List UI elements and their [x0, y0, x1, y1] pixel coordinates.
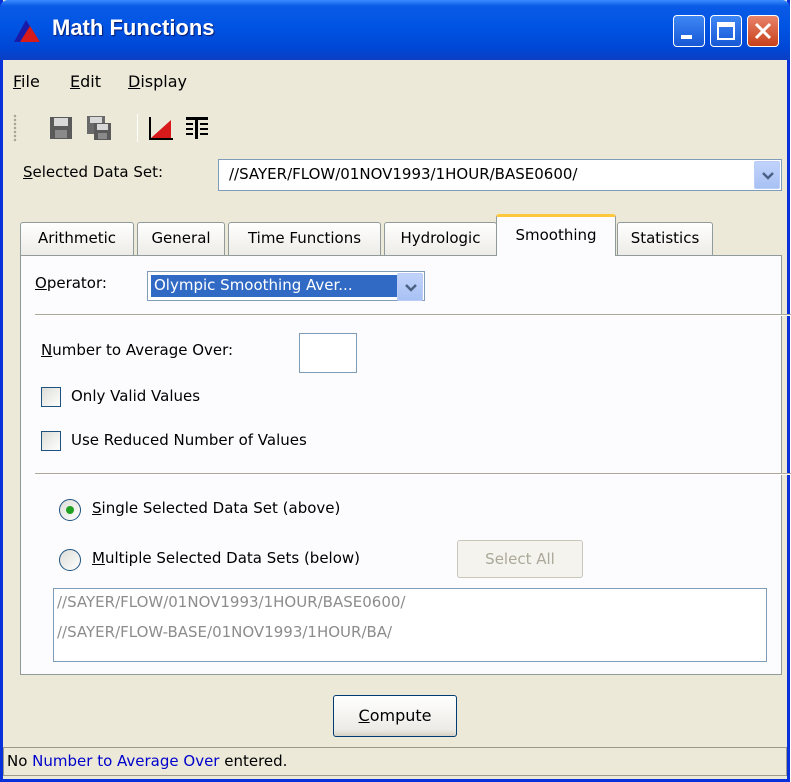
- selected-data-set-value: //SAYER/FLOW/01NOV1993/1HOUR/BASE0600/: [229, 165, 578, 183]
- multiple-data-sets-label: Multiple Selected Data Sets (below): [92, 549, 361, 567]
- toolbar: [3, 104, 787, 152]
- plot-icon[interactable]: [147, 114, 175, 142]
- toolbar-separator: [137, 114, 138, 142]
- single-data-set-label: Single Selected Data Set (above): [92, 499, 341, 517]
- window-title: Math Functions: [52, 15, 215, 40]
- number-to-average-label: Number to Average Over:: [41, 341, 234, 359]
- title-bar[interactable]: Math Functions: [0, 0, 790, 60]
- number-to-average-input[interactable]: [299, 333, 357, 373]
- multiple-data-sets-radio[interactable]: [59, 549, 81, 571]
- radio-selected-dot: [66, 506, 74, 514]
- select-all-button[interactable]: Select All: [457, 540, 583, 578]
- operator-dropdown-button[interactable]: [397, 273, 423, 301]
- combo-dropdown-button[interactable]: [754, 161, 780, 189]
- minimize-button[interactable]: [673, 15, 705, 47]
- status-bar: No Number to Average Over entered.: [3, 747, 787, 776]
- menu-display[interactable]: Display: [128, 72, 187, 91]
- tab-time-functions[interactable]: Time Functions: [228, 222, 381, 256]
- selected-data-set-combo[interactable]: //SAYER/FLOW/01NOV1993/1HOUR/BASE0600/: [218, 159, 782, 191]
- math-functions-window: Math Functions File Edit Display Selecte…: [0, 0, 791, 782]
- data-sets-list[interactable]: //SAYER/FLOW/01NOV1993/1HOUR/BASE0600/ /…: [53, 588, 767, 662]
- only-valid-values-label: Only Valid Values: [71, 387, 201, 405]
- tab-general[interactable]: General: [137, 222, 225, 256]
- separator: [35, 473, 791, 475]
- smoothing-panel: Operator: Olympic Smoothing Aver... Numb…: [20, 255, 791, 675]
- minimize-icon: [681, 35, 692, 39]
- operator-value: Olympic Smoothing Aver...: [150, 274, 400, 298]
- menu-file[interactable]: File: [13, 72, 40, 91]
- tab-smoothing[interactable]: Smoothing: [496, 214, 616, 256]
- chevron-down-icon: [762, 172, 774, 180]
- separator: [35, 314, 791, 316]
- selected-data-set-label: Selected Data Set:: [23, 163, 164, 181]
- tab-arithmetic[interactable]: Arithmetic: [20, 222, 134, 256]
- menu-bar: File Edit Display: [3, 60, 787, 102]
- save-as-icon[interactable]: [85, 114, 113, 142]
- single-data-set-radio[interactable]: [59, 499, 81, 521]
- tabulate-icon[interactable]: [183, 114, 211, 142]
- operator-label: Operator:: [35, 274, 107, 292]
- menu-edit[interactable]: Edit: [70, 72, 101, 91]
- app-logo-icon: [14, 20, 40, 42]
- chevron-down-icon: [405, 284, 417, 292]
- close-icon: [754, 22, 772, 40]
- list-item[interactable]: //SAYER/FLOW-BASE/01NOV1993/1HOUR/BA/: [57, 623, 392, 641]
- use-reduced-number-label: Use Reduced Number of Values: [71, 431, 307, 449]
- list-item[interactable]: //SAYER/FLOW/01NOV1993/1HOUR/BASE0600/: [57, 593, 405, 611]
- operator-combo[interactable]: Olympic Smoothing Aver...: [147, 271, 425, 301]
- save-icon[interactable]: [47, 114, 75, 142]
- close-button[interactable]: [747, 15, 779, 47]
- compute-button[interactable]: Compute: [333, 695, 457, 737]
- toolbar-grip[interactable]: [13, 114, 17, 142]
- maximize-icon: [717, 22, 735, 40]
- status-message: No Number to Average Over entered.: [7, 752, 288, 770]
- tab-statistics[interactable]: Statistics: [617, 222, 713, 256]
- maximize-button[interactable]: [710, 15, 742, 47]
- use-reduced-number-checkbox[interactable]: [41, 431, 61, 451]
- tab-hydrologic[interactable]: Hydrologic: [384, 222, 497, 256]
- only-valid-values-checkbox[interactable]: [41, 387, 61, 407]
